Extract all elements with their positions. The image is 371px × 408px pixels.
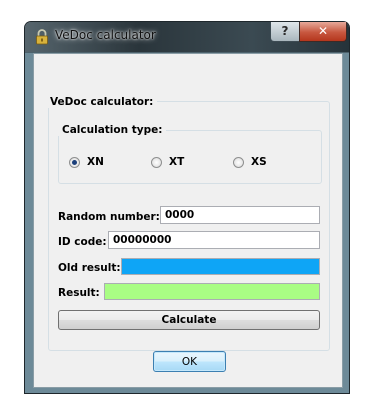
radio-xs[interactable]: XS: [233, 155, 267, 169]
radio-xn[interactable]: XN: [69, 155, 104, 169]
random-number-label: Random number:: [58, 211, 160, 223]
radio-xt-label: XT: [169, 156, 185, 168]
dialog-client-area: VeDoc calculator: Calculation type: XN X…: [33, 53, 343, 388]
title-bar[interactable]: VeDoc calculator ? ✕: [25, 22, 349, 52]
calculation-type-label: Calculation type:: [58, 124, 167, 136]
calculate-button[interactable]: Calculate: [58, 310, 320, 330]
old-result-display: [121, 258, 320, 275]
radio-xt[interactable]: XT: [151, 155, 184, 169]
radio-xn-label: XN: [87, 156, 104, 168]
id-code-input[interactable]: 00000000: [108, 231, 320, 249]
id-code-label: ID code:: [58, 236, 107, 248]
calculator-window: VeDoc calculator ? ✕ VeDoc calculator: C…: [25, 22, 349, 393]
window-title: VeDoc calculator: [55, 28, 156, 42]
help-button[interactable]: ?: [270, 22, 300, 42]
random-number-input[interactable]: 0000: [160, 206, 320, 224]
padlock-icon: [36, 29, 48, 45]
vedoc-group-label: VeDoc calculator:: [46, 96, 158, 108]
radio-xt-indicator[interactable]: [151, 156, 162, 168]
radio-xs-indicator[interactable]: [233, 156, 244, 168]
radio-xn-indicator[interactable]: [69, 156, 80, 168]
result-display: [104, 283, 320, 300]
result-label: Result:: [58, 287, 100, 299]
ok-button[interactable]: OK: [153, 351, 226, 372]
old-result-label: Old result:: [58, 262, 121, 274]
radio-xs-label: XS: [251, 156, 267, 168]
close-button[interactable]: ✕: [299, 22, 347, 42]
